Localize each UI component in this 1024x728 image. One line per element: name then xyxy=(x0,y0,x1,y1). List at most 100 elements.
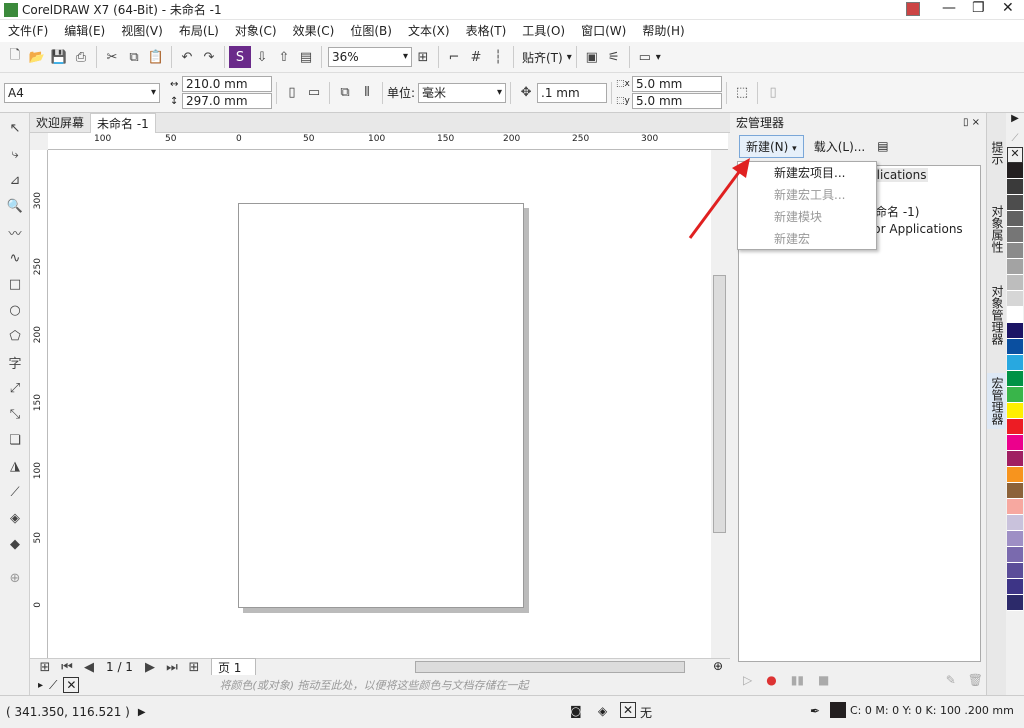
menu-effects[interactable]: 效果(C) xyxy=(285,20,343,42)
dup-x-input[interactable]: 5.0 mm xyxy=(632,76,723,92)
palette-scroll-up-icon[interactable]: ▶ xyxy=(1006,113,1024,133)
record-macro-icon[interactable]: ● xyxy=(766,673,776,687)
publish-pdf-icon[interactable]: ▤ xyxy=(295,46,317,68)
tab-object-properties[interactable]: 对象属性 xyxy=(987,201,1008,257)
palette-swatch[interactable] xyxy=(1007,595,1023,611)
palette-swatch[interactable] xyxy=(1007,259,1023,275)
artistic-media-icon[interactable]: ∿ xyxy=(4,247,26,269)
delete-macro-icon[interactable]: 🗑 xyxy=(968,673,983,687)
palette-swatch[interactable] xyxy=(1007,435,1023,451)
page-options-icon[interactable]: ▯ xyxy=(762,82,784,104)
palette-swatch[interactable] xyxy=(1007,355,1023,371)
next-page-icon[interactable]: ▶ xyxy=(139,659,161,675)
tab-macro-manager[interactable]: 宏管理器 xyxy=(987,373,1008,429)
shape-tool-icon[interactable]: ⤷ xyxy=(4,143,26,165)
redo-icon[interactable]: ↷ xyxy=(198,46,220,68)
add-tool-icon[interactable]: ⊕ xyxy=(4,567,26,589)
menu-file[interactable]: 文件(F) xyxy=(0,20,56,42)
load-macro-button[interactable]: 载入(L)... xyxy=(814,138,866,155)
save-icon[interactable]: 💾 xyxy=(48,46,70,68)
welcome-screen-icon[interactable]: ▭ xyxy=(634,46,656,68)
undo-icon[interactable]: ↶ xyxy=(176,46,198,68)
interactive-fill-icon[interactable]: ◈ xyxy=(4,507,26,529)
add-page-after-icon[interactable]: ⊞ xyxy=(183,659,205,675)
palette-swatch[interactable] xyxy=(1007,467,1023,483)
rulers-icon[interactable]: ⌐ xyxy=(443,46,465,68)
close-button[interactable]: ✕ xyxy=(1002,0,1014,16)
print-icon[interactable]: ⎙ xyxy=(70,46,92,68)
palette-swatch[interactable] xyxy=(1007,195,1023,211)
palette-swatch[interactable] xyxy=(1007,243,1023,259)
zoom-fit-icon[interactable]: ⊞ xyxy=(412,46,434,68)
menu-text[interactable]: 文本(X) xyxy=(400,20,458,42)
palette-swatch[interactable] xyxy=(1007,579,1023,595)
menu-table[interactable]: 表格(T) xyxy=(458,20,515,42)
export-icon[interactable]: ⇧ xyxy=(273,46,295,68)
palette-swatch[interactable] xyxy=(1007,275,1023,291)
last-page-icon[interactable]: ⏭ xyxy=(161,659,183,675)
dup-y-input[interactable]: 5.0 mm xyxy=(632,93,723,109)
page-tab[interactable]: 页 1 xyxy=(210,657,257,677)
palette-swatch[interactable] xyxy=(1007,499,1023,515)
palette-swatch[interactable] xyxy=(1007,179,1023,195)
tab-document[interactable]: 未命名 -1 xyxy=(90,112,156,133)
palette-eyedropper-icon[interactable]: ⟋ xyxy=(1006,133,1024,147)
pick-tool-icon[interactable]: ↖ xyxy=(4,117,26,139)
snap-dropdown[interactable]: 贴齐(T) xyxy=(518,49,567,66)
palette-swatch[interactable] xyxy=(1007,371,1023,387)
horizontal-scrollbar[interactable] xyxy=(395,660,695,674)
docker-pin-icon[interactable]: ▯ × xyxy=(963,113,980,133)
no-color-swatch[interactable]: ✕ xyxy=(63,677,80,693)
palette-swatch[interactable] xyxy=(1007,515,1023,531)
drawing-canvas[interactable] xyxy=(48,150,711,658)
macro-options-icon[interactable]: ▤ xyxy=(877,139,888,153)
horizontal-scroll-thumb[interactable] xyxy=(415,661,685,673)
menu-tools[interactable]: 工具(O) xyxy=(514,20,573,42)
all-pages-icon[interactable]: ⧉ xyxy=(334,82,356,104)
menu-layout[interactable]: 布局(L) xyxy=(171,20,227,42)
grid-icon[interactable]: # xyxy=(465,46,487,68)
edit-macro-icon[interactable]: ✎ xyxy=(946,673,956,687)
app-launcher-icon[interactable]: ⚟ xyxy=(603,46,625,68)
tab-hints[interactable]: 提示 xyxy=(987,137,1008,169)
text-tool-icon[interactable]: 字 xyxy=(4,351,26,373)
connector-tool-icon[interactable]: ⤡ xyxy=(4,403,26,425)
horizontal-ruler[interactable]: 100 50 0 50 100 150 200 250 300 xyxy=(48,133,728,150)
vertical-ruler[interactable]: 300 250 200 150 100 50 0 xyxy=(30,150,48,658)
zoom-navigator-icon[interactable]: ⊕ xyxy=(713,659,723,673)
page-height-input[interactable]: 297.0 mm xyxy=(182,93,272,109)
drawing-page[interactable] xyxy=(238,203,524,608)
user-icon[interactable] xyxy=(906,2,920,16)
rectangle-tool-icon[interactable]: □ xyxy=(4,273,26,295)
parallel-dimension-icon[interactable]: ⤢ xyxy=(4,377,26,399)
page-width-input[interactable]: 210.0 mm xyxy=(182,76,272,92)
palette-swatch[interactable] xyxy=(1007,419,1023,435)
palette-swatch[interactable] xyxy=(1007,291,1023,307)
tree-item-document[interactable]: 命名 -1) xyxy=(875,203,919,220)
outline-swatch[interactable] xyxy=(830,702,846,718)
palette-swatch[interactable] xyxy=(1007,563,1023,579)
palette-no-color-swatch[interactable]: ✕ xyxy=(1007,147,1023,163)
guidelines-icon[interactable]: ┆ xyxy=(487,46,509,68)
ellipse-tool-icon[interactable]: ○ xyxy=(4,299,26,321)
fill-none-swatch[interactable]: ✕ xyxy=(620,702,636,718)
cut-icon[interactable]: ✂ xyxy=(101,46,123,68)
menu-object[interactable]: 对象(C) xyxy=(227,20,285,42)
tab-object-manager[interactable]: 对象管理器 xyxy=(987,281,1008,349)
eyedropper-icon[interactable]: ⟋ xyxy=(4,481,26,503)
menu-window[interactable]: 窗口(W) xyxy=(573,20,634,42)
current-page-icon[interactable]: ⫴ xyxy=(356,82,378,104)
smart-fill-icon[interactable]: ◆ xyxy=(4,533,26,555)
portrait-icon[interactable]: ▯ xyxy=(281,82,303,104)
palette-swatch[interactable] xyxy=(1007,339,1023,355)
open-icon[interactable]: 📂 xyxy=(26,46,48,68)
status-menu-icon[interactable]: ▶ xyxy=(138,707,146,718)
menu-help[interactable]: 帮助(H) xyxy=(634,20,692,42)
eyedropper-small-icon[interactable]: ⟋ xyxy=(49,678,57,693)
vertical-scroll-thumb[interactable] xyxy=(713,275,726,533)
landscape-icon[interactable]: ▭ xyxy=(303,82,325,104)
new-doc-icon[interactable]: 🗋 xyxy=(4,46,26,68)
nudge-input[interactable]: .1 mm xyxy=(537,82,608,103)
treat-as-filled-icon[interactable]: ⬚ xyxy=(731,82,753,104)
palette-swatch[interactable] xyxy=(1007,403,1023,419)
